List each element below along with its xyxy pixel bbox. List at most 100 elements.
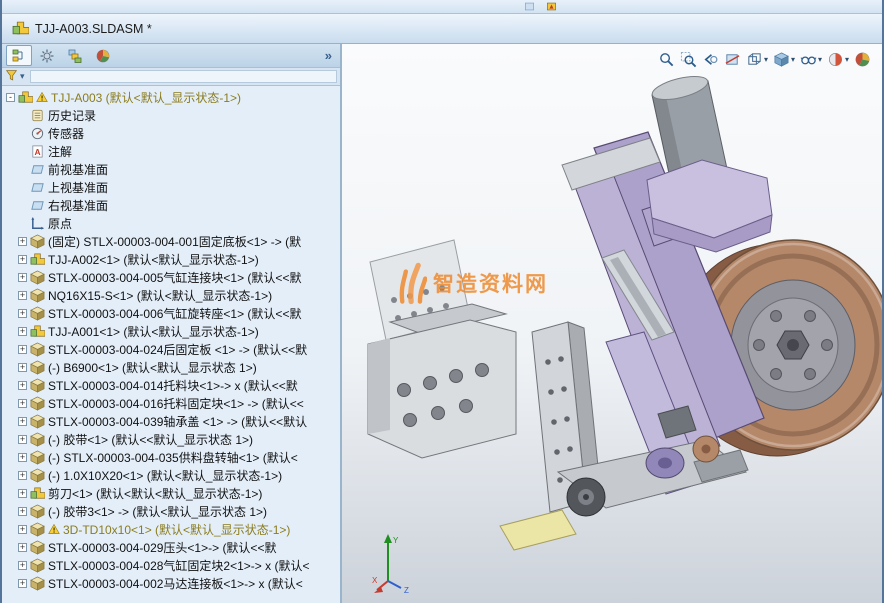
plane-icon <box>30 198 45 213</box>
dropdown-arrow-icon[interactable]: ▾ <box>791 55 795 64</box>
tree-expander[interactable]: + <box>18 471 27 480</box>
toolbar-fragment-alert-icon[interactable] <box>544 0 559 13</box>
section-view-button[interactable] <box>723 50 742 68</box>
tree-item[interactable]: 原点 <box>2 214 340 232</box>
tree-item[interactable]: +TJJ-A002<1> (默认<默认_显示状态-1>) <box>2 250 340 268</box>
hide-show-items-button[interactable]: ▾ <box>799 50 823 68</box>
graphics-area[interactable]: 智造资料网 ▾▾▾▾ Y X Z <box>342 44 882 603</box>
tree-expander[interactable]: + <box>18 309 27 318</box>
tree-item[interactable]: 前视基准面 <box>2 160 340 178</box>
tree-item[interactable]: 历史记录 <box>2 106 340 124</box>
model-tape-strip[interactable] <box>500 510 576 550</box>
tree-item[interactable]: + (-) 胶带<1> (默认<<默认_显示状态 1>) <box>2 430 340 448</box>
tree-expander[interactable]: + <box>18 237 27 246</box>
zoom-fit-button[interactable] <box>657 50 676 68</box>
panel-tab-configuration-manager[interactable] <box>62 45 88 66</box>
tree-item[interactable]: + STLX-00003-004-005气缸连接块<1> (默认<<默 <box>2 268 340 286</box>
tree-item[interactable]: +(-) B6900<1> (默认<默认_显示状态 1>) <box>2 358 340 376</box>
display-style-button[interactable]: ▾ <box>772 50 796 68</box>
tree-item[interactable]: +STLX-00003-004-014托料块<1>-> x (默认<<默 <box>2 376 340 394</box>
window-title: TJJ-A003.SLDASM * <box>35 22 152 36</box>
tree-expander[interactable]: + <box>18 381 27 390</box>
tree-expander[interactable]: + <box>18 561 27 570</box>
tree-item[interactable]: +STLX-00003-004-016托料固定块<1> -> (默认<< <box>2 394 340 412</box>
tree-item[interactable]: 上视基准面 <box>2 178 340 196</box>
panel-tab-display-manager[interactable] <box>90 45 116 66</box>
toolbar-fragment-plain-icon[interactable] <box>522 0 537 13</box>
assembly-icon <box>30 252 45 267</box>
tree-item[interactable]: +剪刀<1> (默认<默认<默认_显示状态-1>) <box>2 484 340 502</box>
dropdown-arrow-icon[interactable]: ▾ <box>818 55 822 64</box>
tree-item[interactable]: +TJJ-A001<1> (默认<默认_显示状态-1>) <box>2 322 340 340</box>
tree-item[interactable]: 右视基准面 <box>2 196 340 214</box>
tree-expander[interactable]: + <box>18 273 27 282</box>
sensors-icon <box>30 126 45 141</box>
svg-text:X: X <box>372 576 378 585</box>
tree-item[interactable]: +NQ16X15-S<1> (默认<默认_显示状态-1>) <box>2 286 340 304</box>
tree-expander[interactable]: + <box>18 525 27 534</box>
tree-expander[interactable]: + <box>18 417 27 426</box>
edit-appearance-button[interactable]: ▾ <box>826 50 850 68</box>
panel-overflow-button[interactable]: » <box>321 48 336 63</box>
plane-icon <box>30 180 45 195</box>
assembly-icon <box>30 324 45 339</box>
panel-tab-property-manager[interactable] <box>34 45 60 66</box>
tree-expander[interactable]: + <box>18 543 27 552</box>
tree-item[interactable]: +(-) STLX-00003-004-035供料盘转轴<1> (默认< <box>2 448 340 466</box>
assembly-icon <box>30 486 45 501</box>
tree-item-label: 上视基准面 <box>48 179 340 196</box>
panel-tab-bar: » <box>2 44 340 68</box>
svg-text:Z: Z <box>404 586 409 595</box>
tree-expander[interactable]: + <box>18 399 27 408</box>
svg-text:Y: Y <box>393 536 399 545</box>
tree-item[interactable]: +STLX-00003-004-006气缸旋转座<1> (默认<<默 <box>2 304 340 322</box>
tree-item[interactable]: 传感器 <box>2 124 340 142</box>
dropdown-arrow-icon[interactable]: ▾ <box>764 55 768 64</box>
tree-item[interactable]: -TJJ-A003 (默认<默认_显示状态-1>) <box>2 88 340 106</box>
tree-item-label: (-) 胶带<1> (默认<<默认_显示状态 1>) <box>48 431 340 448</box>
dropdown-arrow-icon[interactable]: ▾ <box>845 55 849 64</box>
tree-expander[interactable]: + <box>18 291 27 300</box>
tree-item[interactable]: +STLX-00003-004-002马达连接板<1>-> x (默认< <box>2 574 340 592</box>
tree-item[interactable]: +STLX-00003-004-029压头<1>-> (默认<<默 <box>2 538 340 556</box>
filter-input[interactable] <box>30 70 337 83</box>
tree-item[interactable]: +STLX-00003-004-039轴承盖 <1> -> (默认<<默认 <box>2 412 340 430</box>
model-purple-roller[interactable] <box>646 448 684 478</box>
tree-item[interactable]: A注解 <box>2 142 340 160</box>
feature-manager-panel: » ▾ -TJJ-A003 (默认<默认_显示状态-1>)历史记录传感器A注解前… <box>2 44 342 603</box>
tree-item[interactable]: +(-) 1.0X10X20<1> (默认<默认_显示状态-1>) <box>2 466 340 484</box>
zoom-area-button[interactable] <box>679 50 698 68</box>
tree-item[interactable]: +STLX-00003-004-028气缸固定块2<1>-> x (默认< <box>2 556 340 574</box>
tree-expander[interactable]: + <box>18 507 27 516</box>
watermark-logo-icon <box>397 259 427 307</box>
previous-view-button[interactable] <box>701 50 720 68</box>
tree-item[interactable]: +(固定) STLX-00003-004-001固定底板<1> -> (默 <box>2 232 340 250</box>
tree-item-label: STLX-00003-004-005气缸连接块<1> (默认<<默 <box>48 269 340 286</box>
part-icon <box>30 432 45 447</box>
tree-expander[interactable]: + <box>18 255 27 264</box>
filter-dropdown-arrow-icon[interactable]: ▾ <box>20 71 25 82</box>
model-dark-roller[interactable] <box>567 478 605 516</box>
tree-item[interactable]: + STLX-00003-004-024后固定板 <1> -> (默认<<默 <box>2 340 340 358</box>
tree-expander[interactable]: + <box>18 327 27 336</box>
assembly-model[interactable] <box>342 44 882 603</box>
filter-bar[interactable]: ▾ <box>2 68 340 86</box>
apply-scene-button[interactable] <box>853 50 872 68</box>
tree-expander[interactable]: + <box>18 363 27 372</box>
title-bar[interactable]: TJJ-A003.SLDASM * <box>2 14 882 44</box>
tree-expander[interactable]: + <box>18 579 27 588</box>
view-orientation-button[interactable]: ▾ <box>745 50 769 68</box>
model-tan-roller[interactable] <box>693 436 719 462</box>
part-icon <box>30 288 45 303</box>
tree-expander[interactable]: - <box>6 93 15 102</box>
view-toolbar: ▾ ▾ ▾ ▾ <box>657 50 872 68</box>
tree-item[interactable]: +3D-TD10x10<1> (默认<默认_显示状态-1>) <box>2 520 340 538</box>
part-icon <box>30 522 45 537</box>
panel-tab-feature-manager[interactable] <box>6 45 32 66</box>
tree-item-label: STLX-00003-004-024后固定板 <1> -> (默认<<默 <box>48 341 340 358</box>
tree-expander[interactable]: + <box>18 453 27 462</box>
tree-expander[interactable]: + <box>18 489 27 498</box>
tree-expander[interactable]: + <box>18 435 27 444</box>
tree-item[interactable]: +(-) 胶带3<1> -> (默认<默认_显示状态 1>) <box>2 502 340 520</box>
tree-expander[interactable]: + <box>18 345 27 354</box>
